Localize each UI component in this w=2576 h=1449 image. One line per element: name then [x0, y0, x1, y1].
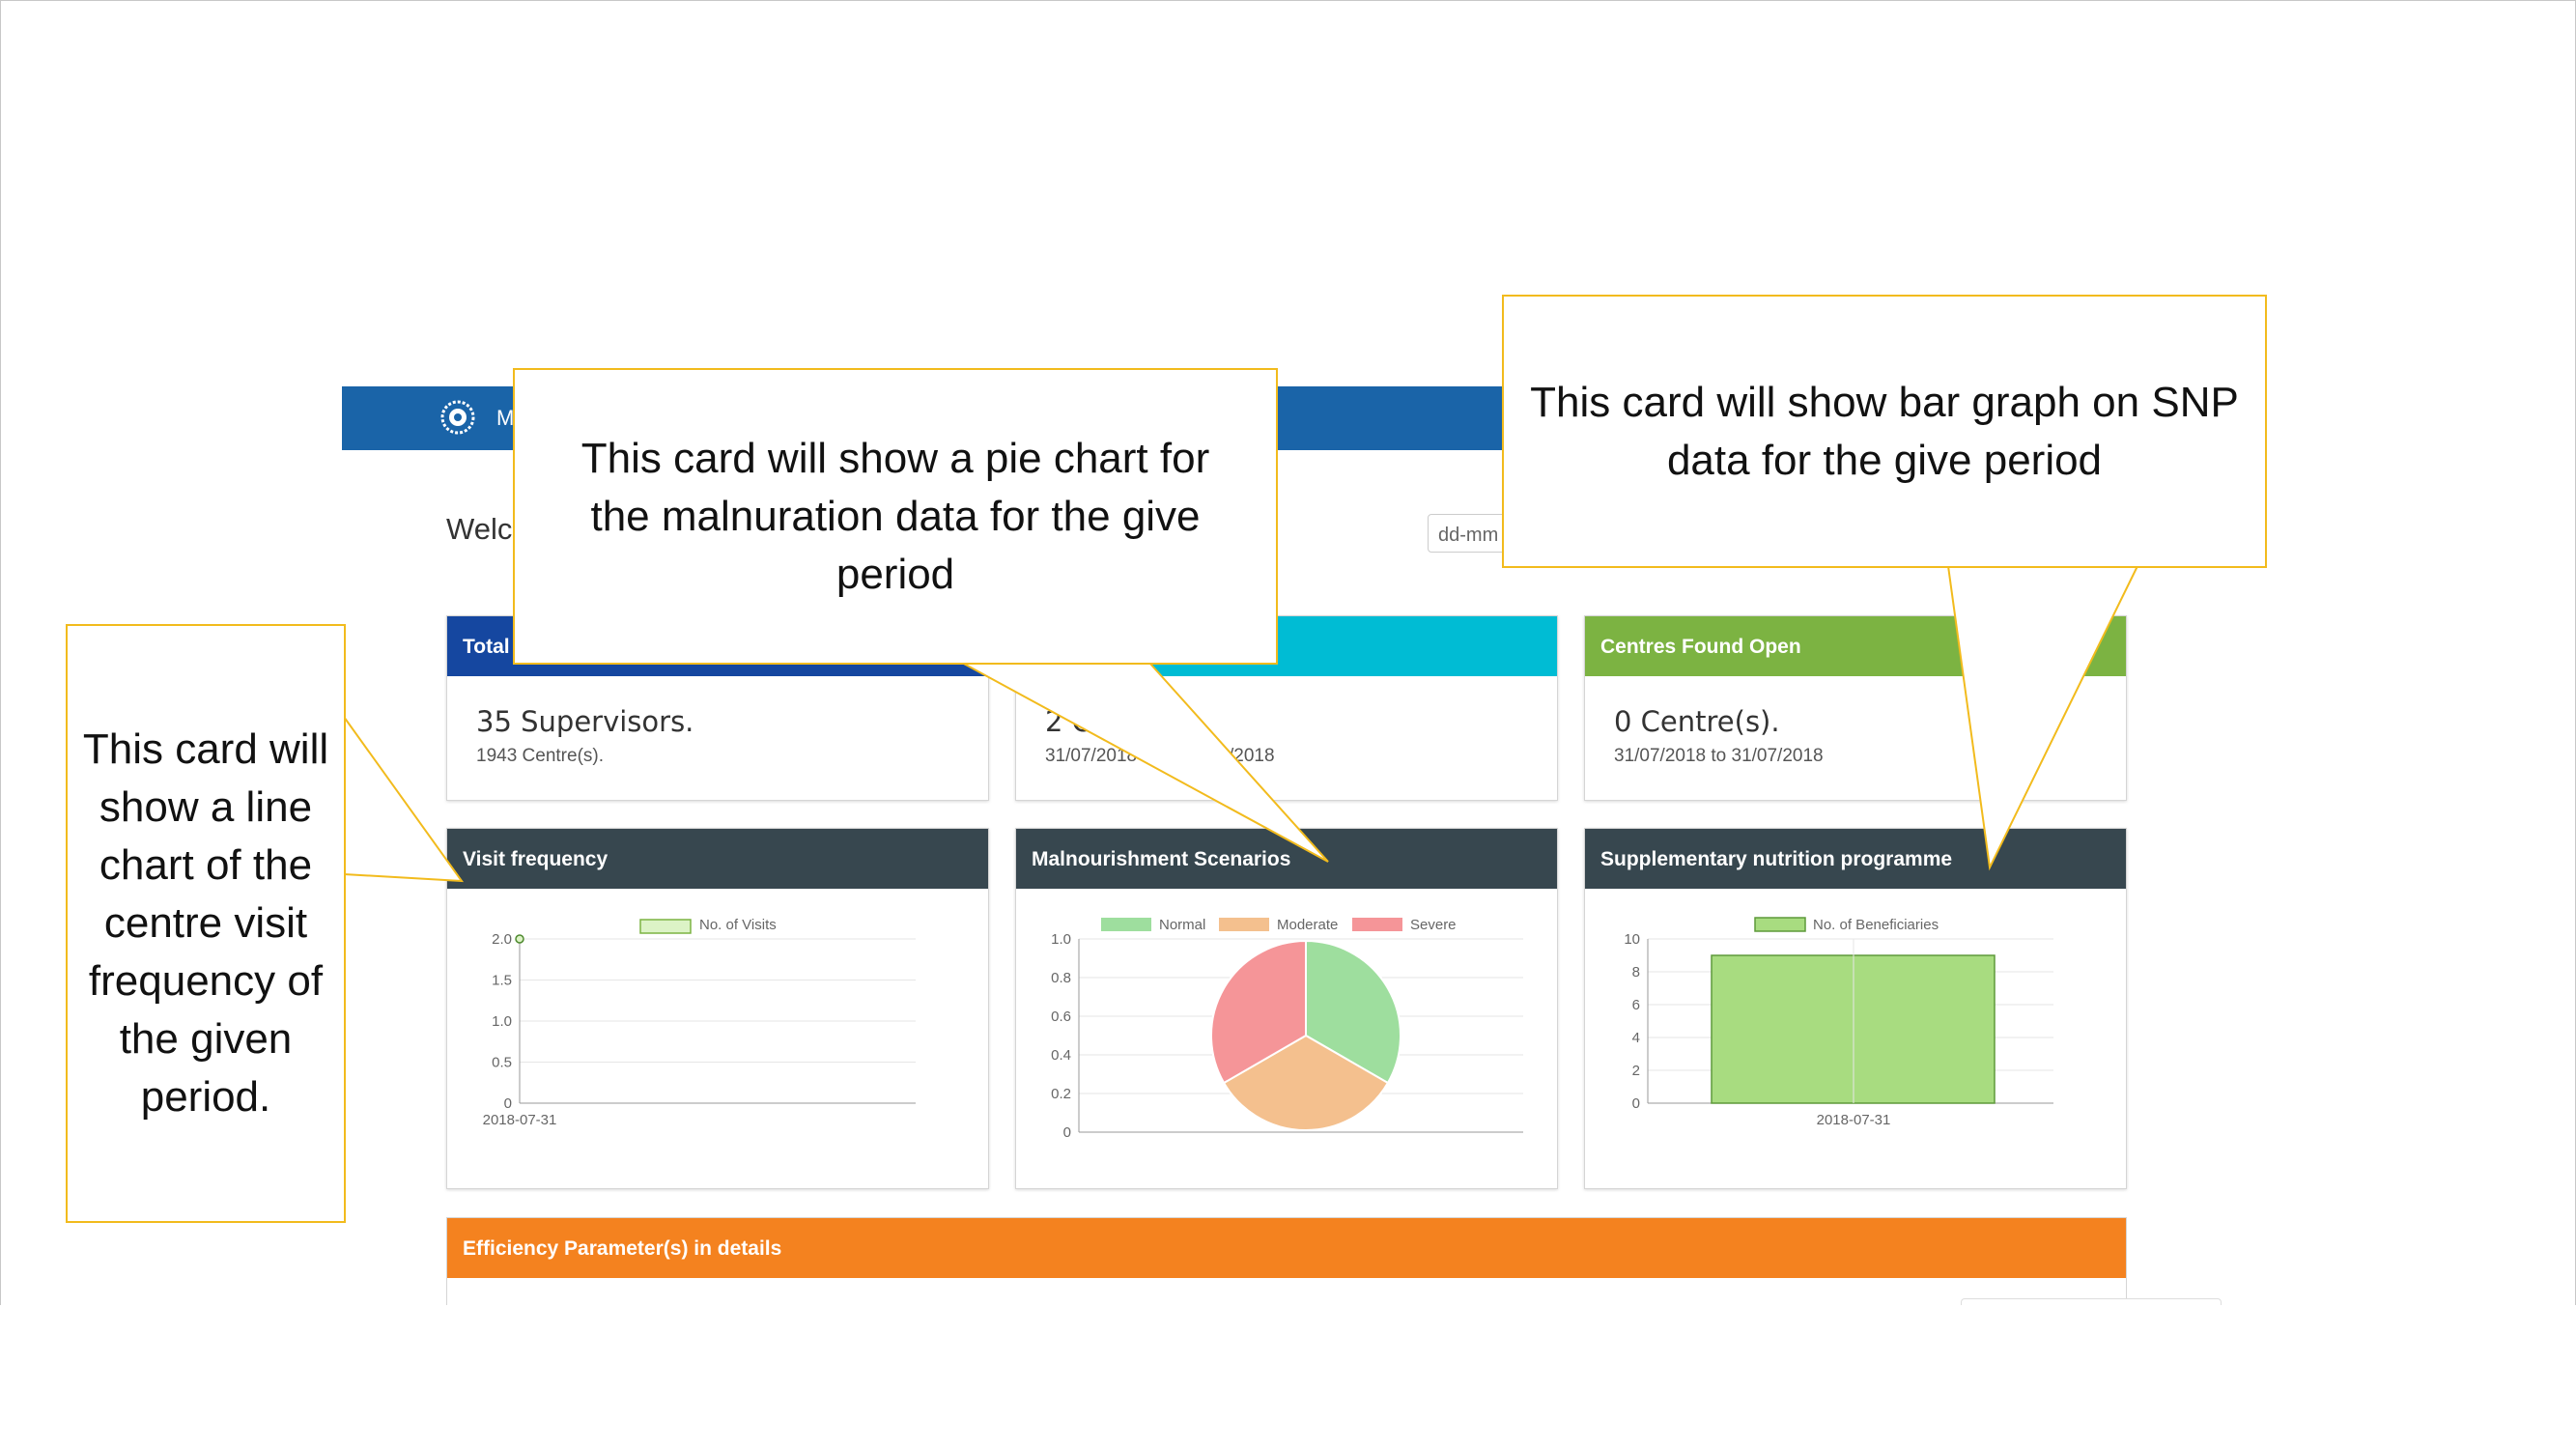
line-callout-pointer: [343, 716, 465, 883]
pie-chart-callout-text: This card will show a pie chart for the …: [580, 434, 1210, 598]
pie-callout-pointer: [961, 662, 1329, 863]
bar-callout-pointer: [1947, 565, 2138, 871]
line-chart-callout: This card will show a line chart of the …: [66, 624, 346, 1223]
callout-pointers: [343, 565, 2138, 883]
bar-chart-callout-text: This card will show bar graph on SNP dat…: [1530, 378, 2239, 484]
bar-chart-callout: This card will show bar graph on SNP dat…: [1502, 295, 2267, 568]
pie-chart-callout: This card will show a pie chart for the …: [513, 368, 1278, 665]
line-chart-callout-text: This card will show a line chart of the …: [82, 725, 329, 1121]
